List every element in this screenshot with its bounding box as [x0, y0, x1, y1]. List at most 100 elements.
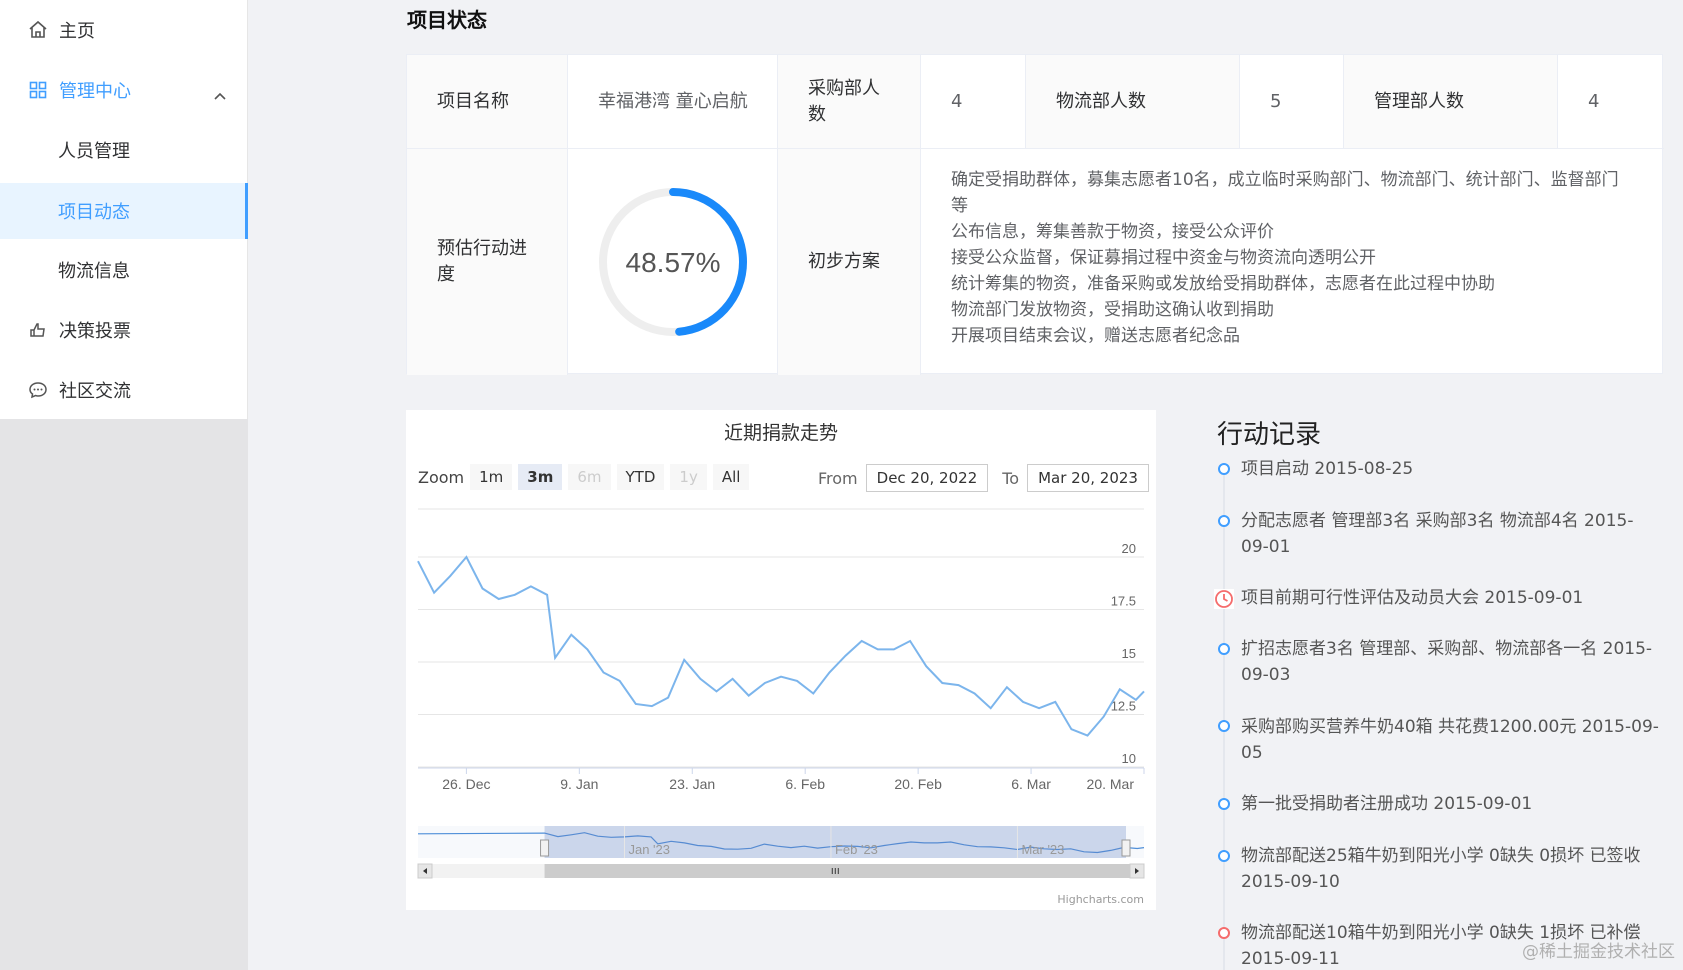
navigator-handle [1121, 839, 1131, 857]
logistics-count-value: 5 [1240, 55, 1344, 149]
timeline-item: 采购部购买营养牛奶40箱 共花费1200.00元 2015-09-05 [1241, 717, 1659, 763]
sidebar-item-home[interactable]: 主页 [0, 2, 248, 58]
purchase-count-label: 采购部人数 [778, 55, 921, 149]
chevron-up-icon [214, 84, 226, 105]
x-tick-label: 20. Feb [894, 776, 942, 792]
progress-text: 48.57% [625, 247, 720, 278]
x-tick-label: 26. Dec [442, 776, 490, 792]
progress-gauge: 48.57% [568, 149, 778, 375]
series-point [860, 640, 862, 642]
series-point [1135, 699, 1137, 701]
progress-ring: 48.57% [598, 188, 747, 336]
sidebar-item-label: 主页 [59, 21, 95, 42]
plan-line: 接受公众监督，保证募捐过程中资金与物资流向透明公开 [951, 248, 1376, 268]
sidebar-item-personnel[interactable]: 人员管理 [0, 122, 248, 178]
plan-line: 物流部门发放物资，受捐助这确认收到捐助 [951, 300, 1274, 320]
home-icon [27, 19, 49, 41]
series-point [1038, 707, 1040, 709]
series-point [699, 678, 701, 680]
series-point [748, 694, 750, 696]
series-line [417, 555, 1145, 737]
sidebar-menu: 主页 管理中心 人员管理 项目动态 物流信息 决策投票 社区交流 [0, 0, 248, 419]
series-point [780, 676, 782, 678]
status-table: 项目名称 幸福港湾 童心启航 采购部人数 4 物流部人数 5 管理部人数 4 预… [406, 54, 1664, 375]
series-point [554, 657, 556, 659]
x-tick-label: 6. Feb [785, 776, 825, 792]
timeline-title: 行动记录 [1217, 420, 1322, 450]
x-tick-label: 6. Mar [1011, 776, 1051, 792]
series-point [1119, 688, 1121, 690]
sidebar-item-management-center[interactable]: 管理中心 [0, 62, 248, 118]
sidebar-item-project-news[interactable]: 项目动态 [0, 183, 248, 239]
series-point [731, 678, 733, 680]
y-tick-label: 15 [1122, 646, 1136, 661]
series-point [796, 680, 798, 682]
management-count-label: 管理部人数 [1344, 55, 1558, 149]
timeline-dot [1218, 850, 1230, 862]
plan-line: 公布信息，筹集善款于物资，接受公众评价 [951, 222, 1274, 242]
sidebar-item-logistics[interactable]: 物流信息 [0, 242, 248, 298]
watermark: @稀土掘金技术社区 [1522, 942, 1675, 962]
series-point [1006, 686, 1008, 688]
navigator-label: Mar '23 [1021, 842, 1064, 857]
series-point [683, 659, 685, 661]
series-point [433, 592, 435, 594]
x-tick-label: 23. Jan [669, 776, 715, 792]
sidebar-item-label: 社区交流 [59, 381, 131, 402]
series-point [417, 560, 419, 562]
navigator-handle [540, 839, 550, 857]
series-point [957, 684, 959, 686]
timeline-item: 扩招志愿者3名 管理部、采购部、物流部各一名 2015-09-03 [1241, 639, 1653, 685]
plan-content: 确定受捐助群体，募集志愿者10名，成立临时采购部门、物流部门、统计部门、监督部门… [921, 149, 1664, 375]
plan-label: 初步方案 [778, 149, 921, 375]
series-point [877, 648, 879, 650]
sidebar-item-voting[interactable]: 决策投票 [0, 302, 248, 358]
timeline-dot [1218, 515, 1230, 527]
y-tick-label: 17.5 [1111, 594, 1136, 609]
vote-icon [27, 319, 49, 341]
series-point [465, 556, 467, 558]
series-point [990, 707, 992, 709]
scrollbar-thumb [544, 864, 1130, 878]
series-point [514, 594, 516, 596]
timeline-dot [1218, 798, 1230, 810]
plan-line: 开展项目结束会议，赠送志愿者纪念品 [951, 326, 1240, 346]
series-point [1102, 715, 1104, 717]
series-point [973, 692, 975, 694]
series-point [1070, 728, 1072, 730]
plan-line: 统计筹集的物资，准备采购或发放给受捐助群体，志愿者在此过程中协助 [951, 274, 1495, 294]
series-point [1022, 701, 1024, 703]
series-point [1143, 690, 1145, 692]
series-point [449, 575, 451, 577]
series-point [812, 692, 814, 694]
series-point [602, 671, 604, 673]
timeline-dot-error [1218, 927, 1230, 939]
sidebar-item-community[interactable]: 社区交流 [0, 362, 248, 418]
timeline-dot [1218, 463, 1230, 475]
sidebar: 主页 管理中心 人员管理 项目动态 物流信息 决策投票 社区交流 [0, 0, 248, 970]
progress-label: 预估行动进度 [407, 149, 568, 375]
grid-icon [27, 79, 49, 101]
logistics-count-label: 物流部人数 [1026, 55, 1240, 149]
timeline-dot [1218, 643, 1230, 655]
series-point [635, 703, 637, 705]
series-point [1054, 701, 1056, 703]
series-point [909, 640, 911, 642]
series-point [844, 655, 846, 657]
series-point [941, 682, 943, 684]
series-point [530, 585, 532, 587]
donation-trend-chart: 近期捐款走势 Zoom 1m 3m 6m YTD 1y All From Dec… [406, 410, 1156, 910]
series-point [893, 648, 895, 650]
chart-credits[interactable]: Highcharts.com [1057, 893, 1144, 906]
timeline-item: 项目前期可行性评估及动员大会 2015-09-01 [1241, 588, 1584, 608]
timeline-dot [1218, 720, 1230, 732]
series-point [764, 682, 766, 684]
series-point [546, 594, 548, 596]
series-point [481, 587, 483, 589]
clock-icon [1214, 589, 1234, 609]
status-title: 项目状态 [407, 8, 487, 32]
timeline-item: 分配志愿者 管理部3名 采购部3名 物流部4名 2015-09-01 [1241, 511, 1634, 557]
series-point [586, 648, 588, 650]
series-point [651, 705, 653, 707]
plan-line: 确定受捐助群体，募集志愿者10名，成立临时采购部门、物流部门、统计部门、监督部门… [951, 170, 1619, 216]
